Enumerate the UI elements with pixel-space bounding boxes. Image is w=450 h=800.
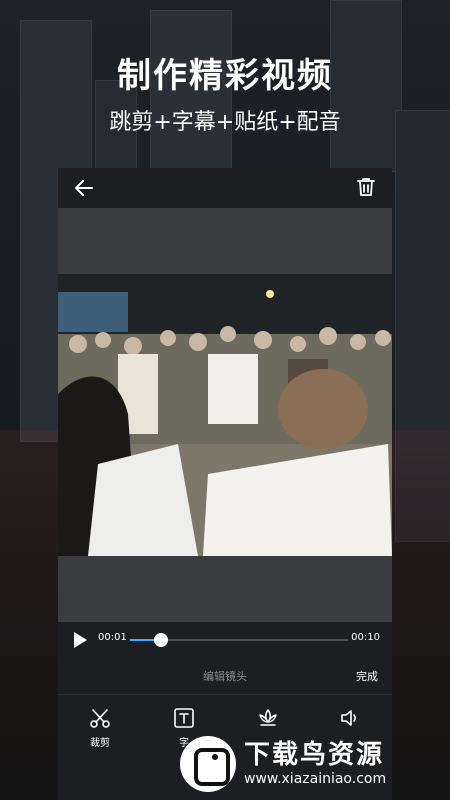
editor-card: 00:01 00:10 编辑镜头 完成 裁剪 字 — [58, 168, 392, 800]
audio-tool-button[interactable] — [320, 706, 380, 734]
total-time: 00:10 — [351, 632, 380, 643]
playback-bar: 00:01 00:10 — [58, 622, 392, 658]
speaker-icon — [341, 710, 356, 726]
promo-title: 制作精彩视频 — [117, 56, 333, 96]
scissors-icon — [90, 709, 110, 728]
play-button[interactable] — [70, 630, 90, 650]
text-icon — [174, 708, 194, 728]
watermark: 下载鸟资源 www.xiazainiao.com — [180, 734, 442, 794]
divider — [58, 694, 392, 695]
delete-button[interactable] — [354, 175, 378, 199]
current-time: 00:01 — [98, 632, 127, 643]
watermark-site: www.xiazainiao.com — [244, 771, 387, 787]
edit-header: 编辑镜头 完成 — [58, 658, 392, 694]
editor-top-bar — [58, 168, 392, 208]
edit-section-title: 编辑镜头 — [203, 670, 247, 683]
done-button[interactable]: 完成 — [356, 668, 378, 684]
progress-knob[interactable] — [153, 633, 168, 647]
video-thumbnail-image — [58, 274, 392, 556]
video-frame[interactable] — [58, 274, 392, 556]
bird-logo-icon — [180, 736, 236, 792]
crop-tool-button[interactable]: 裁剪 — [70, 706, 130, 749]
back-button[interactable] — [72, 176, 96, 200]
promo-subtitle: 跳剪+字幕+贴纸+配音 — [109, 110, 341, 135]
play-icon — [74, 632, 87, 648]
tool-label: 裁剪 — [90, 738, 110, 749]
lotus-icon — [259, 709, 277, 726]
video-preview-area — [58, 208, 392, 622]
progress-slider[interactable] — [130, 633, 348, 647]
arrow-left-icon — [75, 180, 93, 196]
sticker-tool-button[interactable] — [238, 706, 298, 734]
trash-icon — [357, 178, 375, 196]
watermark-title: 下载鸟资源 — [244, 740, 385, 770]
